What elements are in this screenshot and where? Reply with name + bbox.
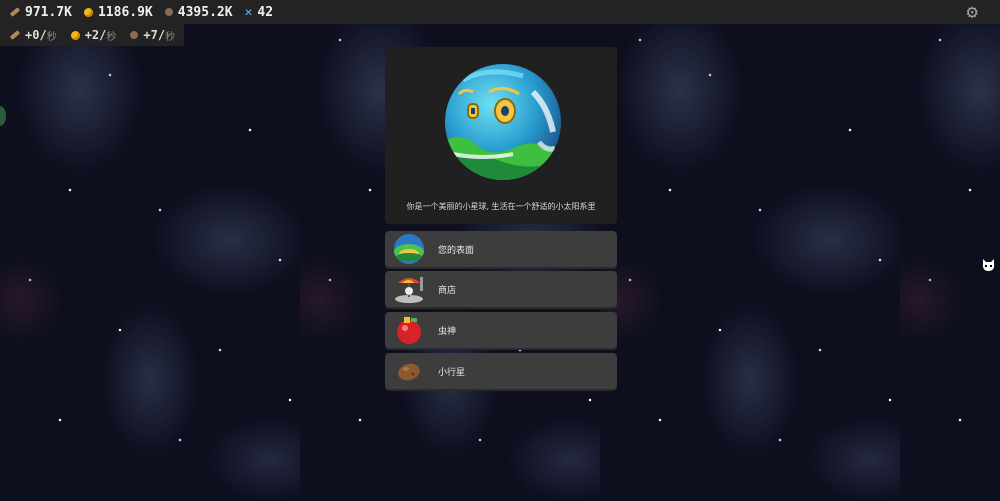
rate-unit: 秒: [106, 31, 117, 43]
coin-amount: 1186.9K: [97, 4, 153, 20]
gem-resource: ✕ 42: [245, 5, 273, 20]
wood-rate-value: +0/: [25, 28, 47, 42]
surface-icon: [392, 233, 426, 265]
side-planet-icon[interactable]: [0, 106, 6, 126]
gear-icon[interactable]: ⚙: [967, 2, 978, 22]
coin-rate: +2/ 秒: [70, 28, 117, 43]
menu-item-asteroid[interactable]: 小行星: [385, 353, 617, 389]
menu-item-surface[interactable]: 您的表面: [385, 231, 617, 267]
coin-rate-value: +2/: [84, 28, 107, 42]
rate-unit: 秒: [46, 31, 57, 43]
gem-amount: 42: [257, 4, 274, 20]
gem-icon: ✕: [244, 4, 253, 20]
wood-icon: [9, 30, 21, 40]
ore-amount: 4395.2K: [177, 4, 233, 20]
shop-icon: [392, 273, 426, 305]
cat-icon[interactable]: [981, 258, 996, 274]
rate-unit: 秒: [165, 31, 176, 43]
menu-item-label: 您的表面: [438, 245, 475, 256]
menu-item-label: 商店: [438, 285, 457, 296]
resource-bar: 971.7K 1186.9K 4395.2K ✕ 42: [0, 0, 1000, 24]
menu-item-label: 虫神: [438, 326, 457, 337]
planet-panel: 你是一个美丽的小星球, 生活在一个舒适的小太阳系里: [385, 47, 617, 224]
ore-icon: [164, 8, 173, 16]
ore-icon: [130, 31, 139, 39]
menu-item-shop[interactable]: 商店: [385, 271, 617, 307]
wood-resource: 971.7K: [9, 4, 72, 20]
planet-description: 你是一个美丽的小星球, 生活在一个舒适的小太阳系里: [406, 202, 596, 211]
coin-icon: [83, 7, 93, 17]
coin-icon: [70, 30, 80, 40]
wood-rate: +0/ 秒: [9, 28, 57, 43]
ore-resource: 4395.2K: [164, 4, 233, 20]
coin-resource: 1186.9K: [83, 4, 153, 20]
menu-item-bug-god[interactable]: 虫神: [385, 312, 617, 348]
rate-bar: +0/ 秒 +2/ 秒 +7/ 秒: [0, 24, 184, 46]
wood-icon: [9, 7, 21, 17]
menu-item-label: 小行星: [438, 367, 466, 378]
planet-image[interactable]: [443, 62, 563, 182]
wood-amount: 971.7K: [25, 4, 72, 20]
ore-rate: +7/ 秒: [130, 28, 175, 43]
bug-god-icon: [392, 314, 426, 346]
ore-rate-value: +7/: [143, 28, 166, 42]
asteroid-icon: [392, 355, 426, 387]
